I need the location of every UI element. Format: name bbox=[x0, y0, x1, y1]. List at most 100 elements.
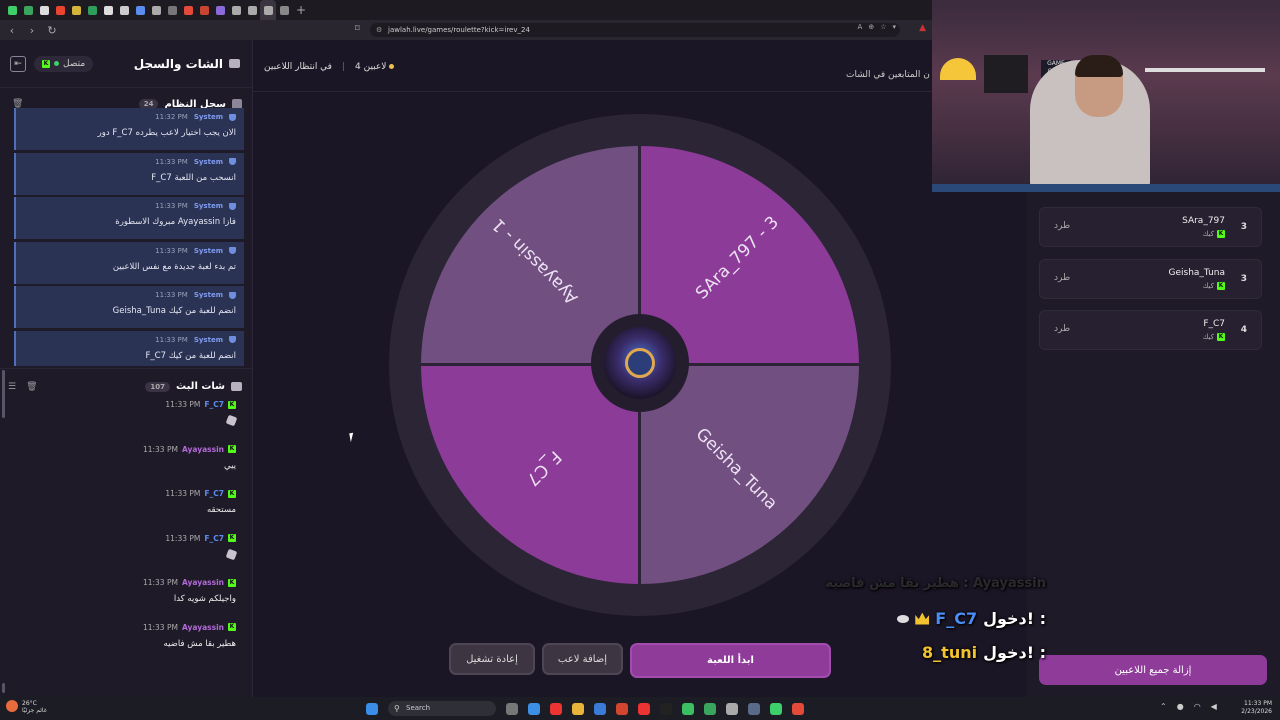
task-view-icon[interactable] bbox=[506, 702, 518, 715]
filter-icon[interactable]: ☰ bbox=[8, 382, 16, 392]
kick-player-button[interactable]: طرد bbox=[1054, 221, 1070, 231]
browser-tab[interactable] bbox=[180, 0, 196, 20]
player-number: 3 bbox=[1240, 273, 1247, 284]
join-alert-name: 8_tuni bbox=[922, 643, 978, 662]
extension-icon[interactable]: ▾ bbox=[892, 23, 896, 31]
warning-icon[interactable]: ▲ bbox=[919, 23, 926, 33]
chat-username[interactable]: F_C7 bbox=[204, 400, 224, 409]
player-number: 3 bbox=[1240, 222, 1247, 232]
chat-username[interactable]: F_C7 bbox=[204, 489, 224, 498]
browser-tab[interactable] bbox=[148, 0, 164, 20]
chevron-up-icon[interactable]: ⌃ bbox=[1160, 702, 1167, 711]
browser-tab[interactable] bbox=[244, 0, 260, 20]
message-time: 11:33 PM bbox=[155, 335, 188, 344]
browser-tab[interactable] bbox=[68, 0, 84, 20]
kick-icon: K bbox=[1217, 281, 1225, 290]
mic-icon[interactable]: ● bbox=[1177, 702, 1184, 711]
taskbar-apps: Search bbox=[366, 701, 804, 716]
steam-icon[interactable] bbox=[748, 702, 760, 715]
explorer-icon[interactable] bbox=[572, 702, 584, 715]
app-icon[interactable] bbox=[792, 702, 804, 715]
volume-icon[interactable]: ◀ bbox=[1211, 702, 1217, 711]
taskbar-search[interactable]: Search bbox=[388, 701, 496, 716]
browser-tab[interactable] bbox=[132, 0, 148, 20]
message-sender: System bbox=[193, 157, 223, 166]
kick-player-button[interactable]: طرد bbox=[1054, 324, 1070, 334]
kick-player-button[interactable]: طرد bbox=[1054, 273, 1070, 283]
chat-username[interactable]: F_C7 bbox=[204, 534, 224, 543]
browser-tab[interactable] bbox=[116, 0, 132, 20]
sidebar-header: ⇤ K متصل الشات والسجل bbox=[0, 40, 252, 88]
bookmark-icon[interactable]: ⌑ bbox=[355, 24, 360, 34]
weather-widget[interactable]: 26°C غائم جزئيًا bbox=[6, 700, 47, 714]
chat-bubble-icon bbox=[229, 59, 240, 68]
stream-chat-list[interactable]: 11:33 PM F_C7 K 11:33 PM Ayayassin K ييي 11:33 … bbox=[0, 396, 252, 658]
webcam-poster bbox=[984, 55, 1028, 93]
start-icon[interactable] bbox=[366, 702, 378, 715]
tab-favicon-icon bbox=[199, 5, 209, 15]
tab-favicon-icon bbox=[71, 5, 81, 15]
system-log-item: 11:33 PM System Geisha_Tuna انضم للعبة من … bbox=[14, 286, 244, 328]
reload-icon[interactable]: ↻ bbox=[44, 24, 60, 37]
translate-icon[interactable]: A bbox=[858, 23, 863, 31]
remove-all-players-button[interactable]: إزالة جميع اللاعبين bbox=[1039, 655, 1267, 685]
app-icon[interactable] bbox=[594, 702, 606, 715]
zoom-icon[interactable]: ⊕ bbox=[868, 23, 874, 31]
status-dot-icon bbox=[389, 64, 395, 69]
system-log-list[interactable]: 11:32 PM System دور F_C7 الان يجب اختيار ل… bbox=[0, 108, 252, 366]
browser-tab[interactable] bbox=[212, 0, 228, 20]
reset-button[interactable]: إعادة تشغيل bbox=[449, 643, 535, 675]
url-text: jawlah.live/games/roulette?kick=irev_24 bbox=[388, 26, 530, 34]
browser-tab[interactable] bbox=[100, 0, 116, 20]
add-player-button[interactable]: إضافة لاعب bbox=[542, 643, 623, 675]
browser-tab[interactable] bbox=[164, 0, 180, 20]
browser-tab[interactable] bbox=[4, 0, 20, 20]
clock[interactable]: 11:33 PM 2/23/2026 bbox=[1241, 700, 1272, 716]
collapse-sidebar-icon[interactable]: ⇤ bbox=[10, 55, 26, 72]
wifi-icon[interactable]: ◠ bbox=[1194, 702, 1201, 711]
edge-icon[interactable] bbox=[528, 702, 540, 715]
new-tab-icon[interactable]: + bbox=[296, 3, 306, 17]
chat-username[interactable]: Ayayassin bbox=[182, 445, 224, 454]
browser-tab[interactable] bbox=[36, 0, 52, 20]
browser-tab[interactable] bbox=[52, 0, 68, 20]
kick-app-icon[interactable] bbox=[770, 702, 782, 715]
roulette-wheel[interactable]: Ayayassin - 1 SAra_797 - 3 F_C7 Geisha_T… bbox=[389, 114, 891, 616]
app-icon[interactable] bbox=[660, 702, 672, 715]
players-count: 4 لاعبين bbox=[355, 62, 396, 72]
system-log-scrollbar[interactable] bbox=[2, 370, 5, 418]
browser-tab[interactable] bbox=[20, 0, 36, 20]
stream-chat-scrollbar[interactable] bbox=[2, 683, 5, 693]
clock-time: 11:33 PM bbox=[1244, 700, 1272, 707]
chat-time: 11:33 PM bbox=[142, 578, 178, 588]
chat-time: 11:33 PM bbox=[165, 400, 201, 409]
clear-chat-trash-icon[interactable]: 🗑 bbox=[26, 382, 37, 392]
browser-tab[interactable] bbox=[260, 0, 276, 20]
address-bar[interactable]: ⚙ jawlah.live/games/roulette?kick=irev_2… bbox=[370, 23, 900, 37]
shield-icon bbox=[229, 247, 236, 254]
xbox-icon[interactable] bbox=[704, 702, 716, 715]
browser-tab[interactable] bbox=[196, 0, 212, 20]
browser-tab[interactable] bbox=[228, 0, 244, 20]
browser-tab[interactable] bbox=[84, 0, 100, 20]
star-icon[interactable]: ☆ bbox=[880, 23, 886, 31]
whatsapp-icon[interactable] bbox=[682, 702, 694, 715]
chat-username[interactable]: Ayayassin bbox=[182, 578, 224, 587]
app-icon[interactable] bbox=[638, 702, 650, 715]
forward-icon[interactable]: › bbox=[24, 24, 40, 37]
browser-tab-bar: + bbox=[0, 0, 932, 20]
message-sender: System bbox=[193, 113, 223, 121]
player-card: 4 F_C7 كيك K طرد bbox=[1039, 310, 1262, 350]
brave-icon[interactable] bbox=[616, 702, 628, 715]
chat-log-sidebar: ⇤ K متصل الشات والسجل 🗑 24 سجل النظام 11… bbox=[0, 40, 253, 697]
browser-tab[interactable] bbox=[276, 0, 292, 20]
players-panel: 3 SAra_797 كيك K طرد 3 Geisha_Tuna كيك K طرد 4 F_C7… bbox=[1027, 192, 1280, 697]
app-icon[interactable] bbox=[550, 702, 562, 715]
chat-message: 11:33 PM Ayayassin K ييي bbox=[0, 441, 252, 486]
start-game-button[interactable]: ابدأ اللعبة bbox=[630, 643, 831, 678]
site-info-icon[interactable]: ⚙ bbox=[376, 23, 382, 37]
chat-username[interactable]: Ayayassin bbox=[182, 623, 224, 632]
settings-icon[interactable] bbox=[726, 702, 738, 715]
stream-chat-count: 107 bbox=[145, 381, 171, 392]
back-icon[interactable]: ‹ bbox=[4, 24, 20, 37]
